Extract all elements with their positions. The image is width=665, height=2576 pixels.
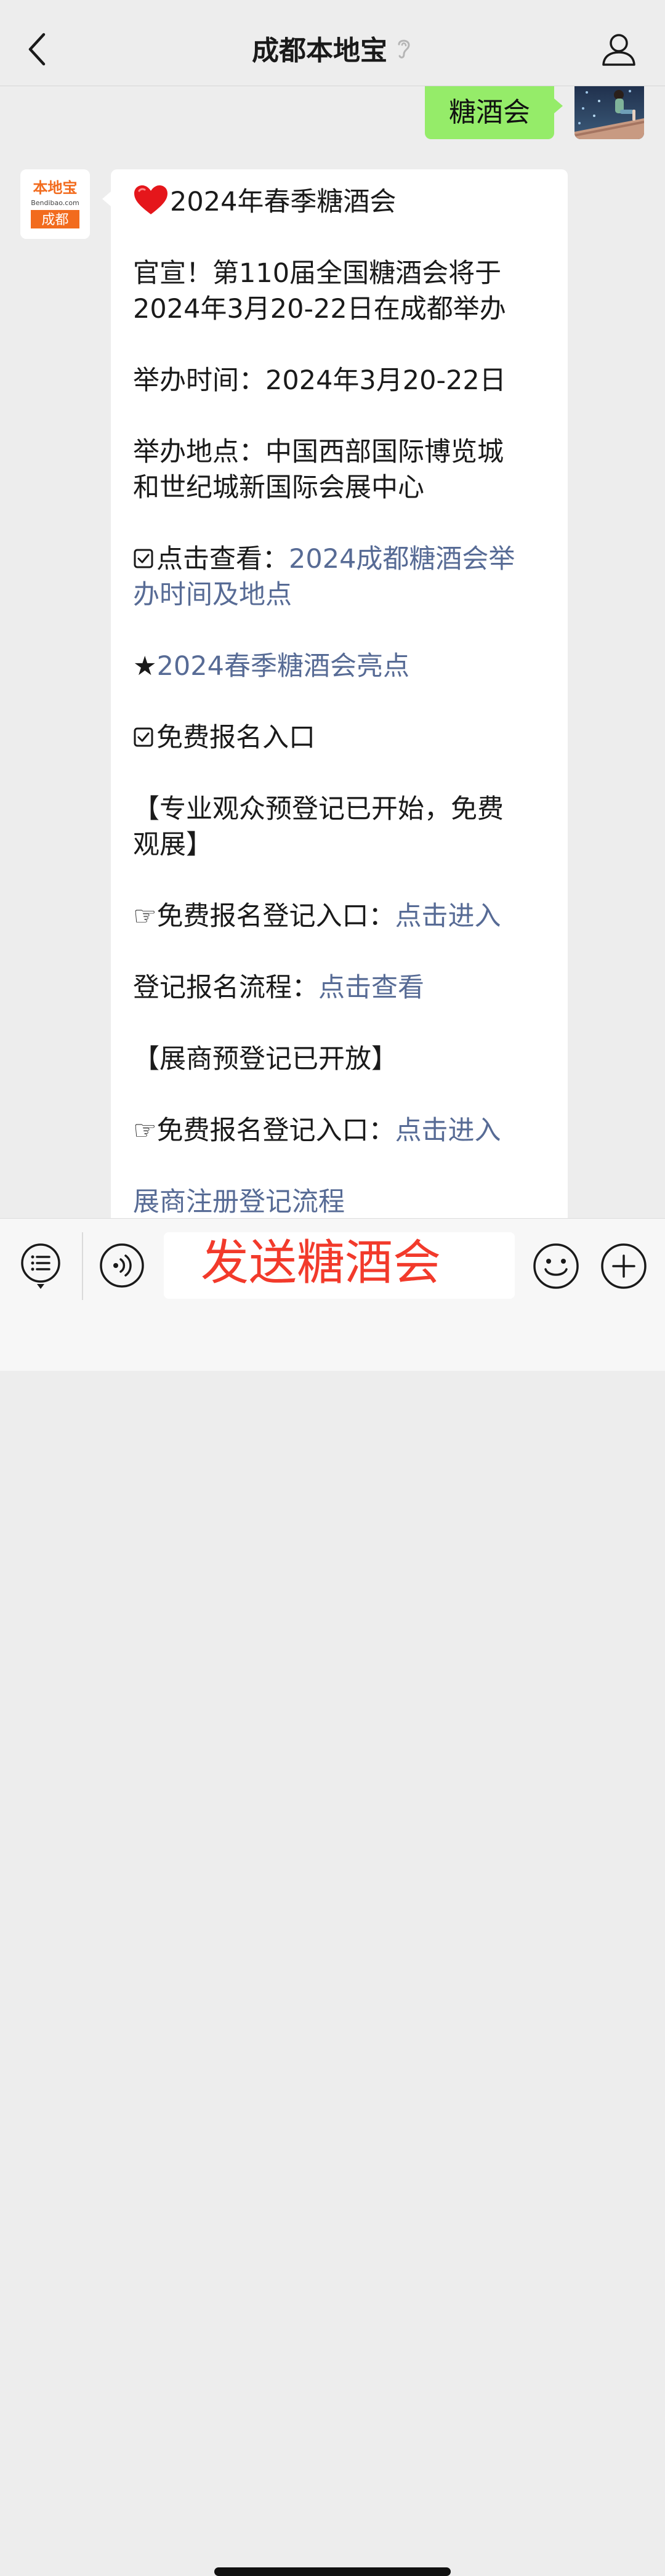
user-message-bubble[interactable]: 糖酒会 — [425, 86, 563, 139]
highlight-link[interactable]: 2024春季糖酒会亮点 — [157, 651, 409, 682]
voice-button[interactable] — [99, 1242, 145, 1289]
process-link[interactable]: 点击查看 — [318, 972, 424, 1003]
logo-brand: 本地宝 — [33, 179, 78, 196]
process-prefix: 登记报名流程： — [133, 972, 318, 1003]
msg-title-text: 2024年春季糖酒会 — [170, 187, 397, 217]
msg-audience-line-2: 观展】 — [133, 830, 212, 860]
msg-highlight-line: ★2024春季糖酒会亮点 — [133, 648, 546, 684]
msg-audience-line-1: 【专业观众预登记已开始，免费 — [133, 794, 504, 825]
msg-exhibitor-line: 【展商预登记已开放】 — [133, 1044, 398, 1075]
register-link-1[interactable]: 点击进入 — [395, 901, 501, 932]
bot-message-bubble[interactable]: 2024年春季糖酒会 官宣！第110届全国糖酒会将于 2024年3月20-22日… — [102, 169, 568, 1218]
menu-button[interactable] — [18, 1242, 63, 1291]
voice-icon — [100, 1243, 144, 1288]
view-link-continued[interactable]: 办时间及地点 — [133, 577, 546, 613]
view-link[interactable]: 2024成都糖酒会举 — [289, 544, 515, 575]
msg-free-entry-line: 免费报名入口 — [133, 720, 546, 756]
plus-circle-icon — [601, 1243, 647, 1289]
msg-process-line: 登记报名流程：点击查看 — [133, 970, 546, 1006]
menu-list-icon — [21, 1243, 60, 1289]
profile-button[interactable] — [597, 28, 640, 71]
user-message-text: 糖酒会 — [449, 97, 530, 128]
msg-place-line-1: 举办地点：中国西部国际博览城 — [133, 437, 504, 467]
message-input[interactable]: 发送糖酒会 — [164, 1232, 515, 1299]
msg-announce-line-1: 官宣！第110届全国糖酒会将于 — [133, 258, 502, 289]
msg-register-line-1: ☞免费报名登记入口：点击进入 — [133, 898, 546, 934]
msg-title-line: 2024年春季糖酒会 — [133, 184, 546, 220]
star-icon: ★ — [133, 651, 157, 682]
register-prefix-2: ☞免费报名登记入口： — [133, 1115, 395, 1146]
toolbar-divider — [82, 1232, 83, 1300]
bendibao-logo: 本地宝 Bendibao.com 成都 — [20, 169, 90, 239]
logo-domain: Bendibao.com — [31, 199, 79, 207]
msg-time-line: 举办时间：2024年3月20-22日 — [133, 365, 506, 396]
emoji-button[interactable] — [532, 1242, 580, 1290]
user-avatar[interactable] — [574, 86, 644, 139]
view-prefix: 点击查看： — [156, 544, 289, 575]
input-bar: 发送糖酒会 — [0, 1218, 665, 2576]
red-heart-icon — [134, 185, 167, 214]
free-entry-text: 免费报名入口 — [156, 722, 315, 753]
avatar-image — [574, 86, 644, 139]
chat-header: 成都本地宝 — [0, 0, 665, 86]
home-indicator[interactable] — [214, 2567, 451, 2576]
logo-city: 成都 — [41, 212, 68, 228]
more-button[interactable] — [600, 1242, 648, 1290]
register-link-2[interactable]: 点击进入 — [395, 1115, 501, 1146]
msg-view-line: 点击查看：2024成都糖酒会举 — [133, 541, 546, 577]
person-icon — [602, 34, 635, 66]
register-prefix-1: ☞免费报名登记入口： — [133, 901, 395, 932]
chat-area[interactable]: 糖酒会 本地宝 Bendibao.com 成都 2024年春季糖酒会 官宣！第1… — [0, 86, 665, 1218]
checkbox-icon — [134, 549, 153, 568]
exhibitor-process-link[interactable]: 展商注册登记流程 — [133, 1184, 546, 1218]
page-title: 成都本地宝 — [252, 35, 387, 67]
msg-announce-line-2: 2024年3月20-22日在成都举办 — [133, 294, 506, 325]
message-input-text: 发送糖酒会 — [201, 1235, 441, 1291]
title-wrap: 成都本地宝 — [0, 23, 665, 73]
emoji-icon — [533, 1243, 579, 1289]
ear-icon — [398, 39, 410, 59]
msg-register-line-2: ☞免费报名登记入口：点击进入 — [133, 1113, 546, 1149]
bot-avatar[interactable]: 本地宝 Bendibao.com 成都 — [20, 169, 90, 239]
msg-place-line-2: 和世纪城新国际会展中心 — [133, 472, 424, 503]
checkbox-icon — [134, 727, 153, 747]
